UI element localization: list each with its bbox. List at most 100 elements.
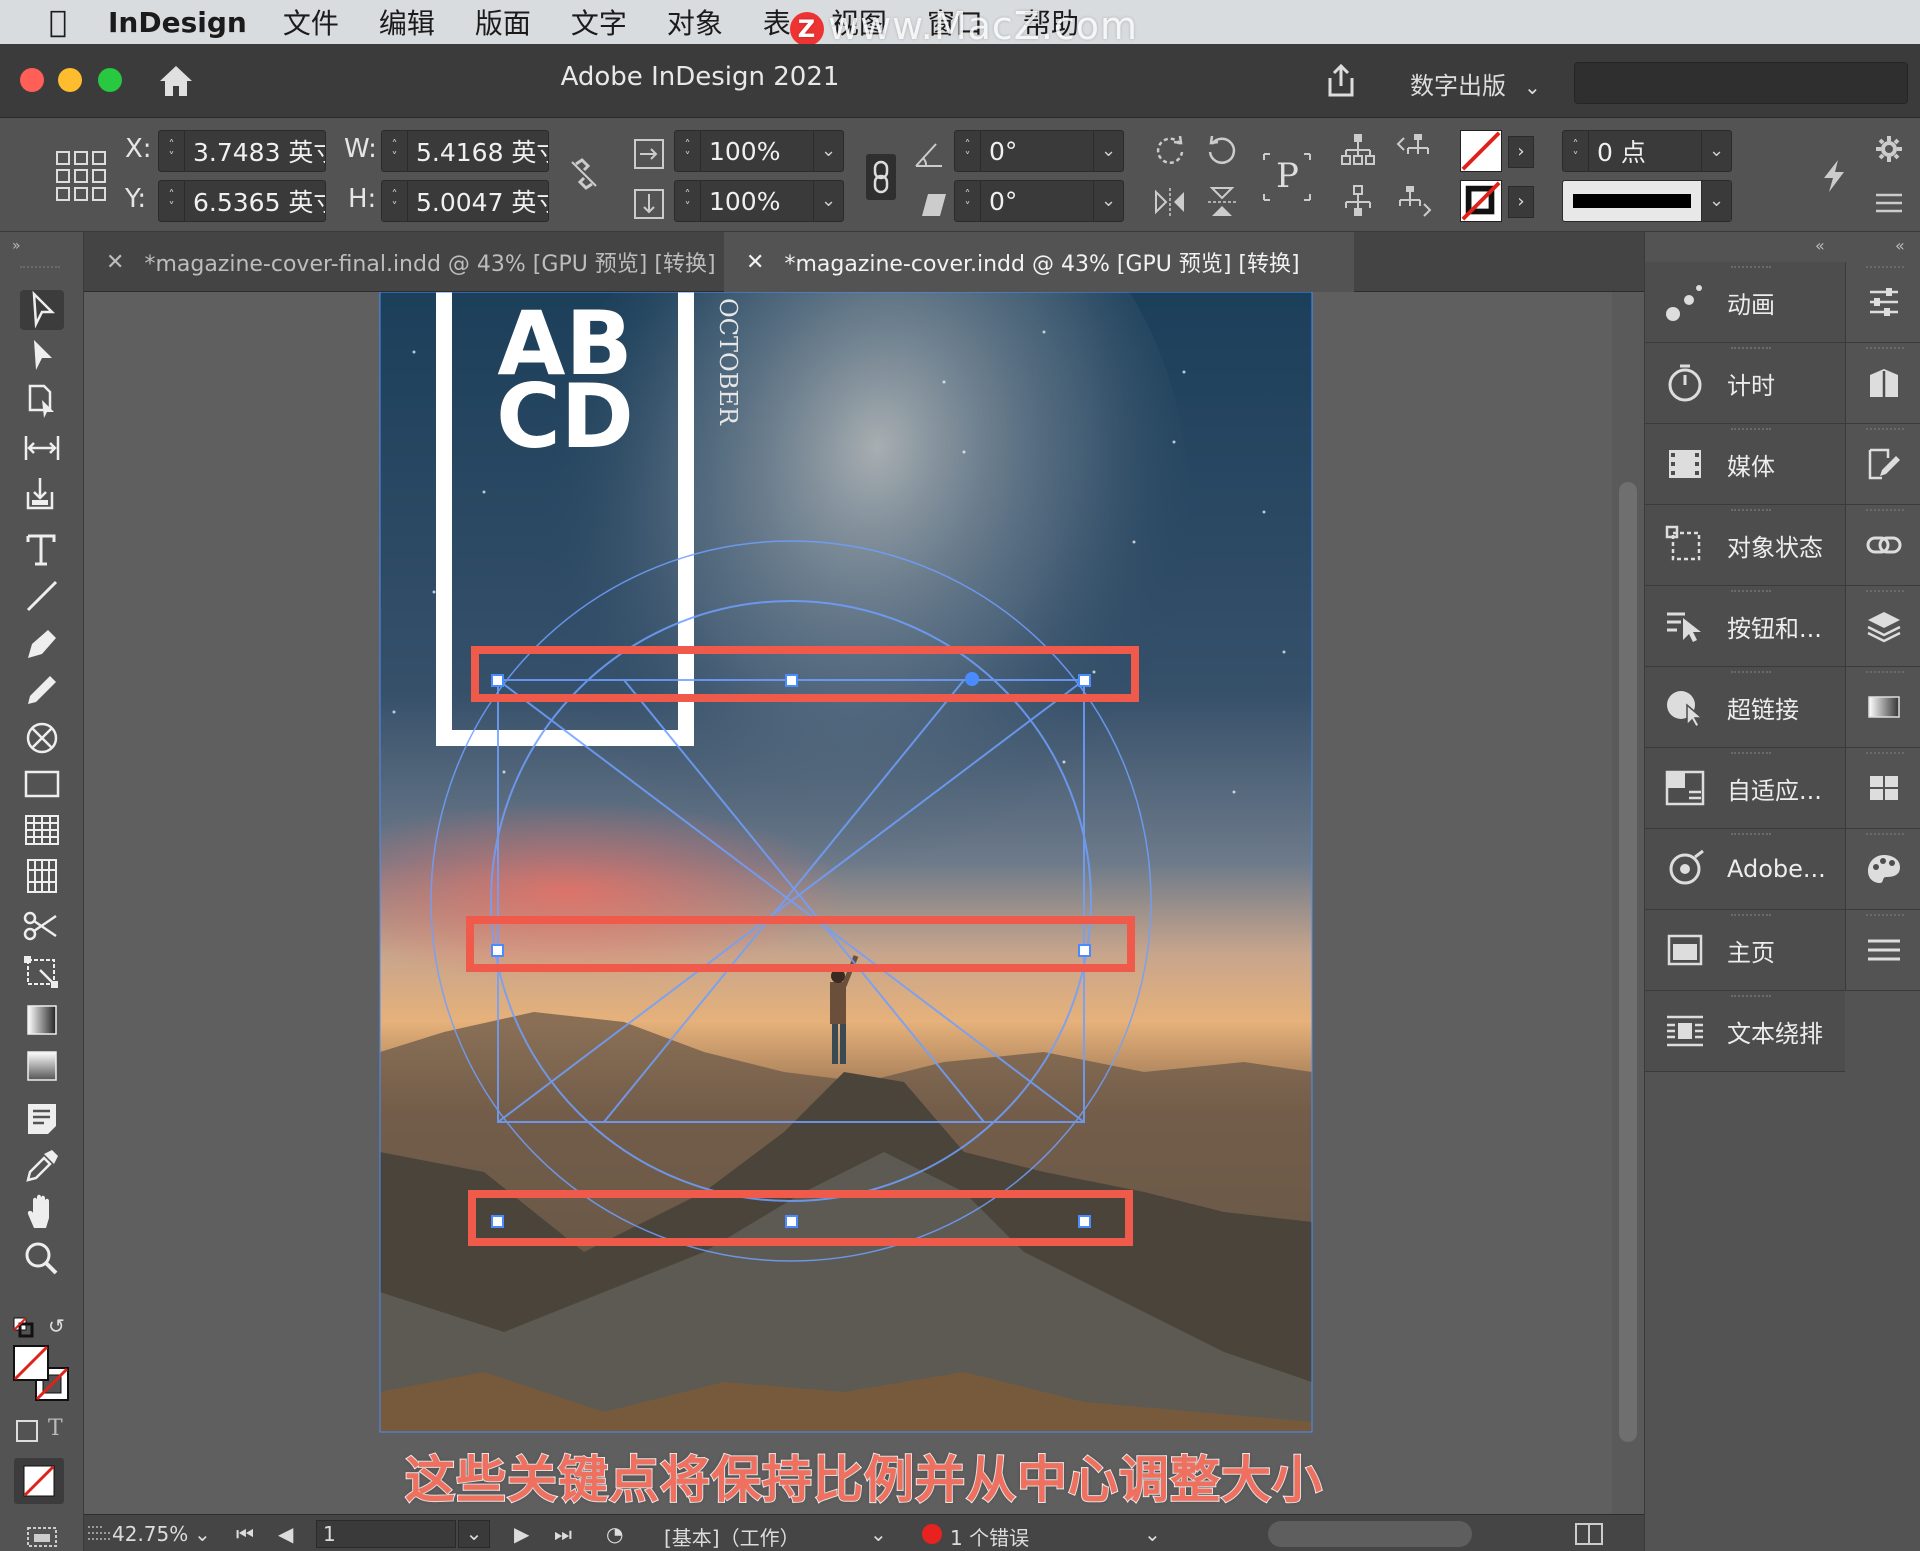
menu-app-name[interactable]: InDesign — [108, 6, 247, 39]
handle-middle-left[interactable] — [492, 945, 503, 956]
previous-page-icon[interactable]: ◀ — [278, 1522, 293, 1546]
y-stepper[interactable]: ˄˅ — [159, 181, 185, 221]
note-tool[interactable] — [20, 1098, 64, 1138]
cc-libraries-button[interactable] — [1846, 343, 1920, 424]
gradient-feather-tool[interactable] — [20, 1046, 64, 1086]
last-page-icon[interactable]: ⏭ — [554, 1522, 572, 1546]
content-grabber[interactable] — [965, 672, 979, 686]
rotate-angle-field[interactable]: ˄˅0°⌄ — [954, 130, 1124, 172]
chevron-down-icon[interactable]: ⌄ — [1093, 131, 1123, 171]
chevron-down-icon[interactable]: ⌄ — [813, 131, 843, 171]
shear-stepper[interactable]: ˄˅ — [955, 181, 981, 221]
horizontal-scrollbar[interactable] — [1268, 1521, 1472, 1547]
first-page-icon[interactable]: ⏮ — [236, 1522, 254, 1546]
menu-type[interactable]: 文字 — [571, 2, 627, 42]
handle-top-center[interactable] — [786, 675, 797, 686]
close-icon[interactable]: ✕ — [106, 250, 124, 275]
chevron-down-icon[interactable]: ⌄ — [1701, 131, 1731, 171]
menu-object[interactable]: 对象 — [667, 2, 723, 42]
flip-horizontal-icon[interactable] — [1152, 184, 1188, 220]
rotate-ccw-icon[interactable] — [1204, 132, 1240, 168]
content-collector-tool[interactable] — [20, 474, 64, 514]
page-tool[interactable] — [20, 382, 64, 422]
h-stepper[interactable]: ˄˅ — [382, 181, 408, 221]
vertical-grid-tool[interactable] — [20, 856, 64, 896]
close-icon[interactable]: ✕ — [746, 250, 764, 275]
rectangle-frame-tool[interactable] — [20, 718, 64, 758]
panel-pages[interactable]: 主页 — [1645, 910, 1845, 991]
color-panel-button[interactable] — [1846, 829, 1920, 910]
page-number-field[interactable]: 1 — [316, 1520, 456, 1548]
zoom-dropdown-icon[interactable]: ⌄ — [194, 1522, 211, 1546]
panel-animation[interactable]: 动画 — [1645, 262, 1845, 343]
page-dropdown[interactable]: ⌄ — [458, 1520, 490, 1548]
selection-tool[interactable] — [20, 290, 64, 330]
preflight-icon[interactable]: ◔ — [606, 1522, 623, 1546]
formatting-text-icon[interactable]: T — [48, 1416, 63, 1441]
y-field[interactable]: ˄˅6.5365 英寸 — [158, 180, 326, 222]
stroke-menu-button[interactable]: › — [1508, 186, 1534, 218]
panel-liquid-layout[interactable]: 自适应... — [1645, 748, 1845, 829]
scrollbar-thumb[interactable] — [1619, 482, 1637, 1442]
select-container-icon[interactable] — [1340, 132, 1376, 168]
scissors-tool[interactable] — [20, 906, 64, 946]
free-transform-tool[interactable] — [20, 952, 64, 992]
handle-bottom-right[interactable] — [1079, 1216, 1090, 1227]
scale-x-field[interactable]: ˄˅100%⌄ — [674, 130, 844, 172]
gear-icon[interactable] — [1874, 134, 1904, 164]
panel-timing[interactable]: 计时 — [1645, 343, 1845, 424]
reference-point-p-icon[interactable]: P — [1262, 152, 1312, 202]
horizontal-grid-tool[interactable] — [20, 810, 64, 850]
formatting-container-icon[interactable] — [16, 1420, 38, 1442]
vertical-scrollbar[interactable] — [1612, 292, 1644, 1514]
panel-buttons-forms[interactable]: 按钮和... — [1645, 586, 1845, 667]
handle-bottom-center[interactable] — [786, 1216, 797, 1227]
menu-edit[interactable]: 编辑 — [379, 2, 435, 42]
shear-angle-field[interactable]: ˄˅0°⌄ — [954, 180, 1124, 222]
fill-swatch-none[interactable] — [1460, 130, 1502, 172]
direct-selection-tool[interactable] — [20, 336, 64, 376]
scale-y-field[interactable]: ˄˅100%⌄ — [674, 180, 844, 222]
panel-media[interactable]: 媒体 — [1645, 424, 1845, 505]
paragraph-styles-button[interactable] — [1846, 910, 1920, 991]
stroke-swatch-none[interactable] — [1460, 180, 1502, 222]
select-previous-object-icon[interactable] — [1396, 132, 1432, 168]
layers-panel-button[interactable] — [1846, 586, 1920, 667]
gradient-swatch-tool[interactable] — [20, 1000, 64, 1040]
flip-vertical-icon[interactable] — [1204, 184, 1240, 220]
chevron-down-icon[interactable]: ⌄ — [1093, 181, 1123, 221]
menu-file[interactable]: 文件 — [283, 2, 339, 42]
zoom-tool[interactable] — [20, 1238, 64, 1278]
zoom-level[interactable]: 42.75% — [112, 1522, 188, 1546]
rotate-cw-icon[interactable] — [1152, 132, 1188, 168]
select-content-icon[interactable] — [1340, 184, 1376, 220]
links-panel-button[interactable] — [1846, 505, 1920, 586]
panel-text-wrap[interactable]: 文本绕排 — [1645, 991, 1845, 1072]
share-icon[interactable] — [1322, 62, 1360, 100]
error-count[interactable]: 1 个错误 — [950, 1522, 1029, 1551]
menu-layout[interactable]: 版面 — [475, 2, 531, 42]
scale-y-stepper[interactable]: ˄˅ — [675, 181, 701, 221]
swatches-panel-button[interactable] — [1846, 748, 1920, 829]
collapse-icons-icon[interactable]: « — [1895, 236, 1905, 255]
handle-middle-right[interactable] — [1079, 945, 1090, 956]
w-stepper[interactable]: ˄˅ — [382, 131, 408, 171]
screen-mode-icon[interactable] — [22, 1522, 62, 1548]
reference-point-icon[interactable] — [55, 150, 107, 202]
stroke-weight-stepper[interactable]: ˄˅ — [1563, 131, 1589, 171]
w-field[interactable]: ˄˅5.4168 英寸 — [381, 130, 549, 172]
properties-panel-button[interactable] — [1846, 262, 1920, 343]
quick-apply-icon[interactable] — [1816, 158, 1852, 194]
link-scale-button[interactable] — [866, 154, 896, 200]
handle-top-right[interactable] — [1079, 675, 1090, 686]
search-input[interactable] — [1574, 62, 1908, 104]
pencil-tool[interactable] — [20, 670, 64, 710]
gradient-panel-button[interactable] — [1846, 667, 1920, 748]
workspace-switcher[interactable]: 数字出版⌄ — [1410, 66, 1541, 101]
panel-hyperlinks[interactable]: 超链接 — [1645, 667, 1845, 748]
panel-object-states[interactable]: 对象状态 — [1645, 505, 1845, 586]
document-canvas[interactable]: AB CD OCTOBER — [84, 292, 1612, 1514]
constrain-proportions-icon[interactable] — [566, 156, 602, 192]
document-page[interactable]: AB CD OCTOBER — [84, 292, 1612, 1514]
eyedropper-tool[interactable] — [20, 1146, 64, 1186]
